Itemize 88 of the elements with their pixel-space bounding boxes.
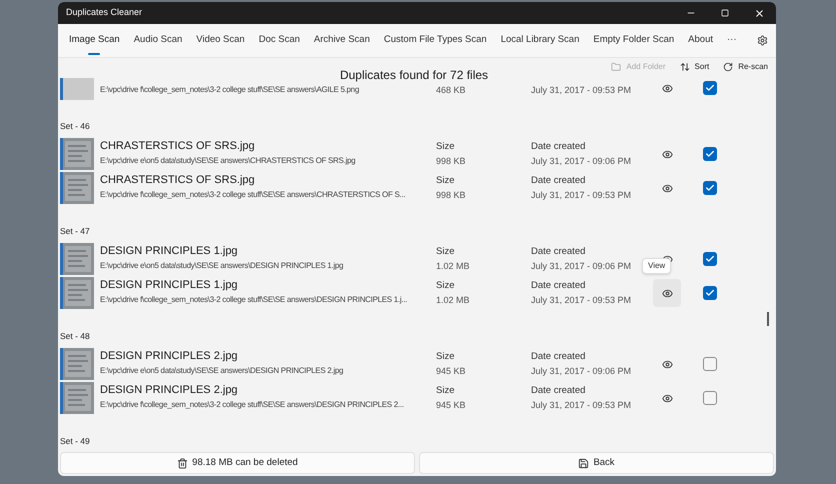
file-name: DESIGN PRINCIPLES 1.jpg (100, 244, 239, 259)
delete-button[interactable]: 98.18 MB can be deleted (60, 452, 415, 474)
eye-icon (662, 148, 672, 160)
file-name: CHRASTERSTICS OF SRS.jpg (100, 139, 256, 154)
settings-icon[interactable] (757, 35, 768, 46)
date-label: Date created (531, 245, 586, 259)
size-label: Size (436, 245, 456, 259)
size-label: Size (436, 279, 456, 293)
size-label: Size (436, 384, 456, 398)
toolbar-button[interactable]: Sort (680, 61, 710, 73)
window-title: Duplicates Cleaner (66, 6, 142, 20)
file-path: E:\vpc\drive e\on5 data\study\SE\SE answers\CHRASTERSTICS OF SRS.jpg (100, 155, 356, 167)
file-size: 468 KB (436, 84, 467, 97)
date-label: Date created (531, 140, 586, 154)
scrollbar-thumb (767, 312, 769, 326)
date-label: Date created (531, 174, 586, 188)
date-created: July 31, 2017 - 09:53 PM (531, 189, 631, 202)
date-created: July 31, 2017 - 09:06 PM (531, 155, 631, 168)
file-path: E:\vpc\drive f\college_sem_notes\3-2 college stuff\SE\SE answers\DESIGN PRINCIPLES 2... (100, 399, 404, 411)
file-path: E:\vpc\drive e\on5 data\study\SE\SE answers\DESIGN PRINCIPLES 2.jpg (100, 365, 344, 377)
eye-icon (662, 358, 672, 370)
toolbar-button[interactable]: Re-scan (723, 61, 768, 73)
tab[interactable]: Video Scan (189, 24, 252, 58)
checkbox[interactable] (703, 181, 717, 195)
set-label: Set - 46 (60, 120, 91, 132)
check-icon (705, 149, 715, 159)
date-created: July 31, 2017 - 09:53 PM (531, 294, 631, 307)
file-name: DESIGN PRINCIPLES 2.jpg (100, 349, 239, 364)
sort-icon (680, 62, 690, 72)
date-created: July 31, 2017 - 09:06 PM (531, 365, 631, 378)
close-icon (754, 8, 764, 18)
tab[interactable]: Image Scan (62, 24, 127, 58)
check-icon (705, 254, 715, 264)
checkbox[interactable] (703, 81, 717, 95)
tab[interactable]: Archive Scan (306, 24, 377, 58)
size-label: Size (436, 140, 456, 154)
tab[interactable]: Doc Scan (252, 24, 307, 58)
eye-icon (662, 392, 672, 404)
file-name: CHRASTERSTICS OF SRS.jpg (100, 173, 256, 188)
tooltip: View (642, 258, 672, 274)
file-name: DESIGN PRINCIPLES 1.jpg (100, 278, 239, 293)
date-label: Date created (531, 350, 586, 364)
maximize-icon (721, 9, 729, 17)
backup-button[interactable]: Back (419, 452, 774, 474)
date-label: Date created (531, 279, 586, 293)
set-label: Set - 47 (60, 225, 91, 237)
checkbox[interactable] (703, 252, 717, 266)
tab[interactable]: Audio Scan (126, 24, 190, 58)
set-label: Set - 48 (60, 330, 91, 342)
file-size: 1.02 MB (436, 260, 471, 273)
file-size: 945 KB (436, 365, 467, 378)
eye-icon (662, 288, 672, 298)
file-size: 1.02 MB (436, 294, 471, 307)
checkbox[interactable] (703, 391, 717, 405)
date-created: July 31, 2017 - 09:53 PM (531, 84, 631, 97)
tab[interactable]: About (681, 24, 720, 58)
file-path: E:\vpc\drive e\on5 data\study\SE\SE answers\DESIGN PRINCIPLES 1.jpg (100, 260, 344, 272)
folder-icon (611, 62, 622, 72)
eye-icon (662, 82, 672, 94)
file-size: 998 KB (436, 155, 467, 168)
set-label: Set - 49 (60, 435, 91, 447)
file-path: E:\vpc\drive f\college_sem_notes\3-2 college stuff\SE\SE answers\CHRASTERSTICS OF S... (100, 189, 406, 201)
date-created: July 31, 2017 - 09:53 PM (531, 399, 631, 412)
size-label: Size (436, 174, 456, 188)
refresh-icon (723, 62, 734, 72)
file-path: E:\vpc\drive f\college_sem_notes\3-2 college stuff\SE\SE answers\DESIGN PRINCIPLES 1.j... (100, 294, 408, 306)
tab[interactable]: Local Library Scan (494, 24, 586, 58)
eye-icon (662, 182, 672, 194)
date-created: July 31, 2017 - 09:06 PM (531, 260, 631, 273)
checkbox[interactable] (703, 286, 717, 300)
results-heading: Duplicates found for 72 files (340, 67, 488, 84)
view-button[interactable] (653, 279, 681, 307)
checkbox[interactable] (703, 147, 717, 161)
tab[interactable]: Empty Folder Scan (586, 24, 682, 58)
save-icon (578, 458, 590, 468)
file-size: 945 KB (436, 399, 467, 412)
trash-icon (177, 458, 188, 468)
check-icon (705, 288, 715, 298)
file-path: E:\vpc\drive f\college_sem_notes\3-2 college stuff\SE\SE answers\AGILE 5.png (100, 84, 359, 96)
date-label: Date created (531, 384, 586, 398)
file-size: 998 KB (436, 189, 467, 202)
tab[interactable]: Custom File Types Scan (376, 24, 494, 58)
tab[interactable]: ··· (720, 24, 744, 58)
size-label: Size (436, 350, 456, 364)
check-icon (705, 83, 715, 93)
checkbox[interactable] (703, 357, 717, 371)
check-icon (705, 183, 715, 193)
file-name: DESIGN PRINCIPLES 2.jpg (100, 383, 239, 398)
